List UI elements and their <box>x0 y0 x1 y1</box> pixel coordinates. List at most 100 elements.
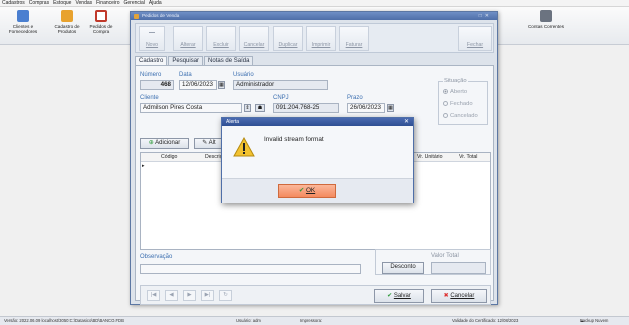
salvar-button[interactable]: ✔ Salvar <box>374 289 424 303</box>
window-controls[interactable]: □✕ <box>479 12 492 20</box>
menu-bar: Cadastros Compras Estoque Vendas Finance… <box>0 0 629 7</box>
edit-icon: ✎ <box>202 140 208 146</box>
imprimir-button[interactable]: Imprimir <box>306 26 336 51</box>
cliente-lookup-icon[interactable]: ☗ <box>255 104 265 112</box>
prev-record-icon[interactable]: ◀ <box>165 290 178 301</box>
menu-financeiro[interactable]: Financeiro <box>96 0 119 6</box>
data-label: Data <box>179 72 192 78</box>
products-box-icon <box>61 10 73 22</box>
toolbar-pedidos-compra-label: Pedidos de Compra <box>89 24 113 34</box>
refresh-icon[interactable]: ↻ <box>219 290 232 301</box>
cliente-dropdown-icon[interactable]: ⇕ <box>244 104 251 112</box>
toolbar-produtos-label: Cadastro de Produtos <box>54 24 80 34</box>
accounts-icon <box>540 10 552 22</box>
valor-total-label: Valor Total <box>431 253 459 259</box>
toolbar-contas-button[interactable]: Contas Correntes <box>527 9 565 43</box>
fechar-button[interactable]: Fechar <box>458 26 492 51</box>
col-vr-total[interactable]: Vr. Total <box>459 154 477 160</box>
prazo-field[interactable]: 26/06/2023 <box>347 103 385 113</box>
toolbar-contas-label: Contas Correntes <box>527 24 564 29</box>
check-icon: ✔ <box>387 293 393 299</box>
desconto-button[interactable]: Desconto <box>382 262 424 274</box>
faturar-button[interactable]: Faturar <box>339 26 369 51</box>
col-codigo[interactable]: Código <box>161 154 177 160</box>
cancel-icon: ✖ <box>443 293 449 299</box>
col-vr-unitario[interactable]: Vr. Unitário <box>417 154 442 160</box>
first-record-icon[interactable]: |◀ <box>147 290 160 301</box>
status-user: Usuário: adm <box>236 318 261 323</box>
radio-checked-icon <box>443 89 448 94</box>
new-icon <box>149 32 155 33</box>
numero-field: 468 <box>140 80 174 90</box>
status-printer: Impressora: <box>300 318 323 323</box>
valor-total-group: Valor Total Desconto <box>375 249 491 275</box>
alert-dialog: Alerta ✕ Invalid stream format ✔ OK <box>221 117 414 203</box>
col-descricao[interactable]: Descriç <box>205 154 222 160</box>
menu-ajuda[interactable]: Ajuda <box>149 0 162 6</box>
menu-compras[interactable]: Compras <box>29 0 49 6</box>
check-icon: ✔ <box>298 187 305 194</box>
next-record-icon[interactable]: ▶ <box>183 290 196 301</box>
toolbar-produtos-button[interactable]: Cadastro de Produtos <box>48 9 86 43</box>
ok-button[interactable]: ✔ OK <box>278 184 336 198</box>
dialog-titlebar[interactable]: Alerta ✕ <box>222 118 413 126</box>
status-version: Versão: 2022.06.09 localhost/3050:C:\Dat… <box>4 318 124 323</box>
excluir-button[interactable]: Excluir <box>206 26 236 51</box>
usuario-label: Usuário <box>233 72 254 78</box>
radio-cancelado[interactable]: Cancelado <box>443 113 478 119</box>
toolbar-pedidos-compra-button[interactable]: Pedidos de Compra <box>82 9 120 43</box>
close-icon[interactable]: ✕ <box>404 118 409 126</box>
dialog-body: Invalid stream format <box>222 126 413 178</box>
alterar-item-button[interactable]: ✎ Alt <box>194 138 224 149</box>
data-field[interactable]: 12/06/2023 <box>179 80 217 90</box>
numero-label: Número <box>140 72 162 78</box>
warning-icon <box>233 137 255 157</box>
status-certificate: Validade do Certificado: 12/08/2023 <box>452 318 519 323</box>
tab-strip: Cadastro Pesquisar Notas de Saída <box>135 56 254 65</box>
prazo-calendar-icon[interactable]: ▦ <box>387 104 394 112</box>
menu-cadastros[interactable]: Cadastros <box>2 0 25 6</box>
duplicar-button[interactable]: Duplicar <box>273 26 303 51</box>
window-toolbar: Novo Alterar Excluir Cancelar Duplicar I… <box>135 23 494 53</box>
cancelar-button[interactable]: ✖ Cancelar <box>431 289 487 303</box>
tab-pesquisar[interactable]: Pesquisar <box>168 56 204 65</box>
add-icon: ⊕ <box>148 140 154 146</box>
window-title: Pedidos de Venda <box>142 13 180 18</box>
prazo-label: Prazo <box>347 95 363 101</box>
observacao-field[interactable] <box>140 264 361 274</box>
alterar-button[interactable]: Alterar <box>173 26 203 51</box>
dialog-message: Invalid stream format <box>264 136 324 143</box>
radio-fechado[interactable]: Fechado <box>443 101 473 107</box>
cnpj-label: CNPJ <box>273 95 289 101</box>
cancelar-toolbar-button[interactable]: Cancelar <box>239 26 269 51</box>
menu-gerencial[interactable]: Gerencial <box>124 0 145 6</box>
menu-vendas[interactable]: Vendas <box>75 0 92 6</box>
menu-estoque[interactable]: Estoque <box>53 0 71 6</box>
window-titlebar[interactable]: Pedidos de Venda □✕ <box>131 12 497 20</box>
radio-unchecked-icon <box>443 101 448 106</box>
cnpj-field: 091.204.768-25 <box>273 103 339 113</box>
toolbar-clientes-button[interactable]: Clientes e Fornecedores <box>4 9 42 43</box>
novo-button[interactable]: Novo <box>139 26 165 51</box>
row-indicator-icon: ▸ <box>142 163 145 169</box>
purchase-orders-icon <box>95 10 107 22</box>
cliente-field[interactable]: Admilson Pires Costa <box>140 103 242 113</box>
calendar-icon[interactable]: ▦ <box>218 81 225 89</box>
status-bar: Versão: 2022.06.09 localhost/3050:C:\Dat… <box>0 316 629 325</box>
radio-aberto[interactable]: Aberto <box>443 89 467 95</box>
situacao-group: Situação Aberto Fechado Cancelado <box>438 78 488 125</box>
dialog-footer: ✔ OK <box>222 178 413 203</box>
observacao-label: Observação <box>140 254 173 260</box>
app-icon <box>134 14 139 19</box>
tab-cadastro[interactable]: Cadastro <box>135 56 168 65</box>
situacao-label: Situação <box>443 78 468 84</box>
valor-total-field <box>431 262 486 274</box>
observacao-group: Observação <box>138 249 370 275</box>
tab-notas-saida[interactable]: Notas de Saída <box>204 56 254 65</box>
radio-unchecked-icon <box>443 113 448 118</box>
clients-icon <box>17 10 29 22</box>
last-record-icon[interactable]: ▶| <box>201 290 214 301</box>
cliente-label: Cliente <box>140 95 159 101</box>
adicionar-button[interactable]: ⊕ Adicionar <box>140 138 189 149</box>
toolbar-clientes-label: Clientes e Fornecedores <box>8 24 38 34</box>
